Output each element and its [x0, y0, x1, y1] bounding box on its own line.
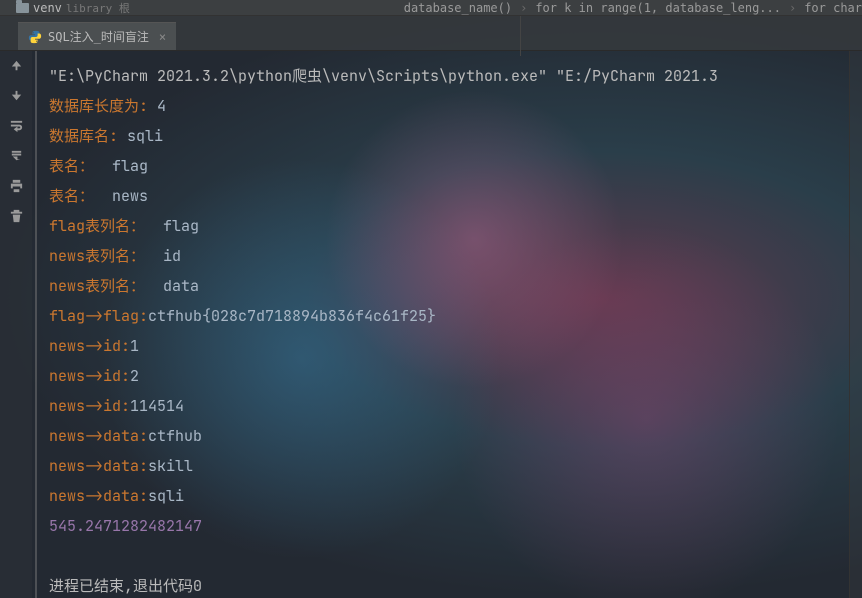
- output-line: 表名： flag: [49, 151, 849, 181]
- output-line: 数据库长度为: 4: [49, 91, 849, 121]
- chevron-right-icon: ›: [520, 1, 527, 15]
- output-line: news->data:sqli: [49, 481, 849, 511]
- output-time: 545.2471282482147: [49, 511, 849, 541]
- output-line: news->data:skill: [49, 451, 849, 481]
- editor-tab[interactable]: SQL注入_时间盲注 ×: [18, 22, 176, 50]
- arrow-up-icon[interactable]: [8, 57, 24, 73]
- empty-line: [49, 541, 849, 571]
- tab-title: SQL注入_时间盲注: [48, 28, 149, 45]
- scroll-to-end-icon[interactable]: [8, 147, 24, 163]
- output-line: news->id:2: [49, 361, 849, 391]
- run-tool-gutter: [0, 51, 32, 598]
- exit-line: 进程已结束,退出代码0: [49, 571, 849, 598]
- project-tree-node[interactable]: venv library 根: [0, 0, 300, 15]
- breadcrumb: database_name() › for k in range(1, data…: [300, 0, 862, 15]
- output-line: news->id:114514: [49, 391, 849, 421]
- breadcrumb-item[interactable]: for k in range(1, database_leng...: [535, 1, 781, 15]
- output-line: news->id:1: [49, 331, 849, 361]
- chevron-right-icon: ›: [789, 1, 796, 15]
- output-line: news表列名： id: [49, 241, 849, 271]
- python-file-icon: [28, 30, 42, 44]
- folder-label: venv: [33, 1, 62, 15]
- folder-suffix: library 根: [66, 0, 130, 16]
- close-icon[interactable]: ×: [159, 30, 166, 44]
- output-line: news->data:ctfhub: [49, 421, 849, 451]
- command-line: "E:\PyCharm 2021.3.2\python爬虫\venv\Scrip…: [49, 61, 849, 91]
- output-line: flag->flag:ctfhub{028c7d718894b836f4c61f…: [49, 301, 849, 331]
- arrow-down-icon[interactable]: [8, 87, 24, 103]
- output-line: 表名： news: [49, 181, 849, 211]
- console-output[interactable]: "E:\PyCharm 2021.3.2\python爬虫\venv\Scrip…: [37, 51, 849, 598]
- output-line: 数据库名: sqli: [49, 121, 849, 151]
- scrollbar[interactable]: [849, 51, 862, 598]
- top-toolbar-row: venv library 根 database_name() › for k i…: [0, 0, 862, 16]
- output-line: news表列名： data: [49, 271, 849, 301]
- breadcrumb-item[interactable]: database_name(): [404, 1, 512, 15]
- editor-tab-bar: SQL注入_时间盲注 ×: [0, 16, 862, 51]
- console-panel: "E:\PyCharm 2021.3.2\python爬虫\venv\Scrip…: [35, 51, 849, 598]
- breadcrumb-item[interactable]: for char: [804, 1, 862, 15]
- output-line: flag表列名： flag: [49, 211, 849, 241]
- folder-icon: [16, 3, 29, 13]
- soft-wrap-icon[interactable]: [8, 117, 24, 133]
- print-icon[interactable]: [8, 177, 24, 193]
- trash-icon[interactable]: [8, 207, 24, 223]
